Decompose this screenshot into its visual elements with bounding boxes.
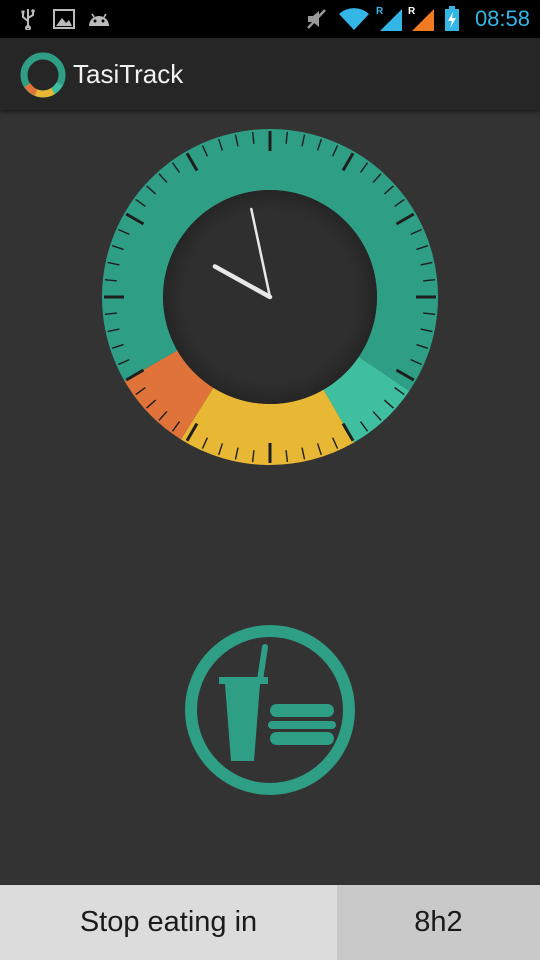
countdown-value: 8h2 xyxy=(337,885,540,960)
bottom-bar: Stop eating in 8h2 xyxy=(0,885,540,960)
image-icon xyxy=(52,0,76,38)
status-time: 08:58 xyxy=(474,6,530,31)
signal-icon: R xyxy=(376,0,406,38)
food-drink-icon xyxy=(219,644,336,761)
roaming-mark: R xyxy=(376,6,384,17)
countdown-label: Stop eating in xyxy=(0,885,337,960)
wifi-icon xyxy=(337,0,371,38)
usb-icon xyxy=(16,0,40,38)
ring-logo-icon[interactable] xyxy=(18,50,68,100)
app-title: TasiTrack xyxy=(73,59,184,89)
mute-icon xyxy=(303,0,331,38)
roaming-mark: R xyxy=(408,6,416,17)
status-bar: R R 08:58 xyxy=(0,0,540,38)
android-icon xyxy=(86,0,112,38)
action-bar: TasiTrack xyxy=(0,38,540,110)
clock-dial xyxy=(100,127,440,467)
battery-charging-icon xyxy=(442,0,462,38)
food-drink-button[interactable] xyxy=(182,622,358,798)
signal-icon: R xyxy=(408,0,438,38)
